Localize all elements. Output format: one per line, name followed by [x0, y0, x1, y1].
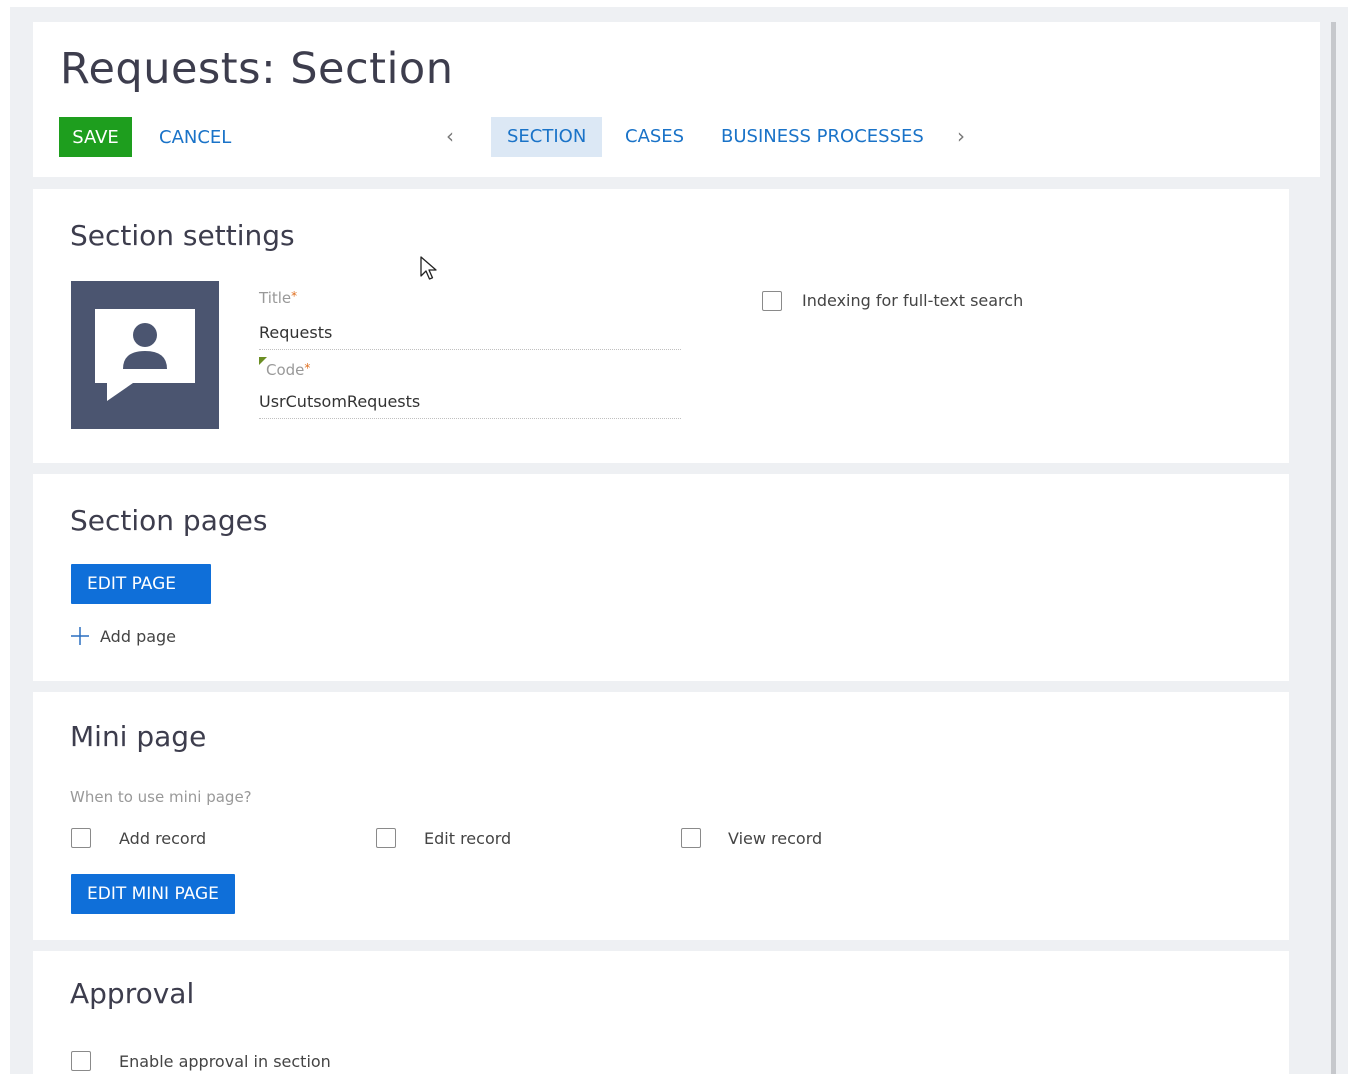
edit-mini-page-button[interactable]: EDIT MINI PAGE [71, 874, 235, 914]
section-icon[interactable] [71, 281, 219, 429]
tab-business-processes[interactable]: BUSINESS PROCESSES [705, 117, 940, 157]
section-settings-heading: Section settings [70, 219, 295, 252]
section-pages-heading: Section pages [70, 504, 268, 537]
add-page-link[interactable]: Add page [70, 626, 176, 646]
edit-record-checkbox[interactable] [376, 828, 396, 848]
edit-page-button[interactable]: EDIT PAGE ⋮ [71, 564, 211, 634]
plus-icon [71, 627, 89, 645]
section-wizard-header: Requests: Section SAVE CANCEL ‹ SECTION … [33, 22, 1320, 177]
edit-record-label: Edit record [424, 829, 512, 848]
code-label: Code* [266, 361, 311, 379]
view-record-checkbox[interactable] [681, 828, 701, 848]
mini-page-card: Mini page When to use mini page? Add rec… [33, 692, 1289, 940]
approval-card: Approval Enable approval in section [33, 951, 1289, 1074]
page-title: Requests: Section [60, 44, 454, 94]
save-button[interactable]: SAVE [59, 117, 132, 157]
tab-cases[interactable]: CASES [609, 117, 700, 157]
edit-page-label: EDIT PAGE [87, 574, 177, 594]
tab-section[interactable]: SECTION [491, 117, 603, 157]
add-record-checkbox[interactable] [71, 828, 91, 848]
section-pages-card: Section pages EDIT PAGE ⋮ Add page [33, 474, 1289, 681]
indexing-checkbox[interactable] [762, 291, 782, 311]
person-speech-bubble-icon [95, 309, 195, 401]
cancel-button[interactable]: CANCEL [159, 127, 231, 148]
code-field[interactable]: UsrCutsomRequests [259, 392, 681, 419]
app-frame: Requests: Section SAVE CANCEL ‹ SECTION … [10, 7, 1348, 1074]
indexing-label: Indexing for full-text search [802, 291, 1024, 310]
mini-page-heading: Mini page [70, 720, 207, 753]
add-page-label: Add page [100, 627, 177, 646]
chevron-right-icon[interactable]: › [957, 124, 965, 148]
approval-heading: Approval [70, 977, 195, 1010]
add-record-label: Add record [119, 829, 207, 848]
mini-page-question: When to use mini page? [70, 788, 252, 806]
enable-approval-label: Enable approval in section [119, 1052, 331, 1071]
section-settings-card: Section settings Title* Requests Code* U… [33, 189, 1289, 463]
title-label: Title* [259, 289, 298, 307]
vertical-scrollbar[interactable] [1331, 22, 1336, 1074]
chevron-left-icon[interactable]: ‹ [446, 124, 454, 148]
view-record-label: View record [728, 829, 823, 848]
mouse-cursor-icon [420, 256, 437, 280]
title-field[interactable]: Requests [259, 323, 681, 350]
enable-approval-checkbox[interactable] [71, 1051, 91, 1071]
